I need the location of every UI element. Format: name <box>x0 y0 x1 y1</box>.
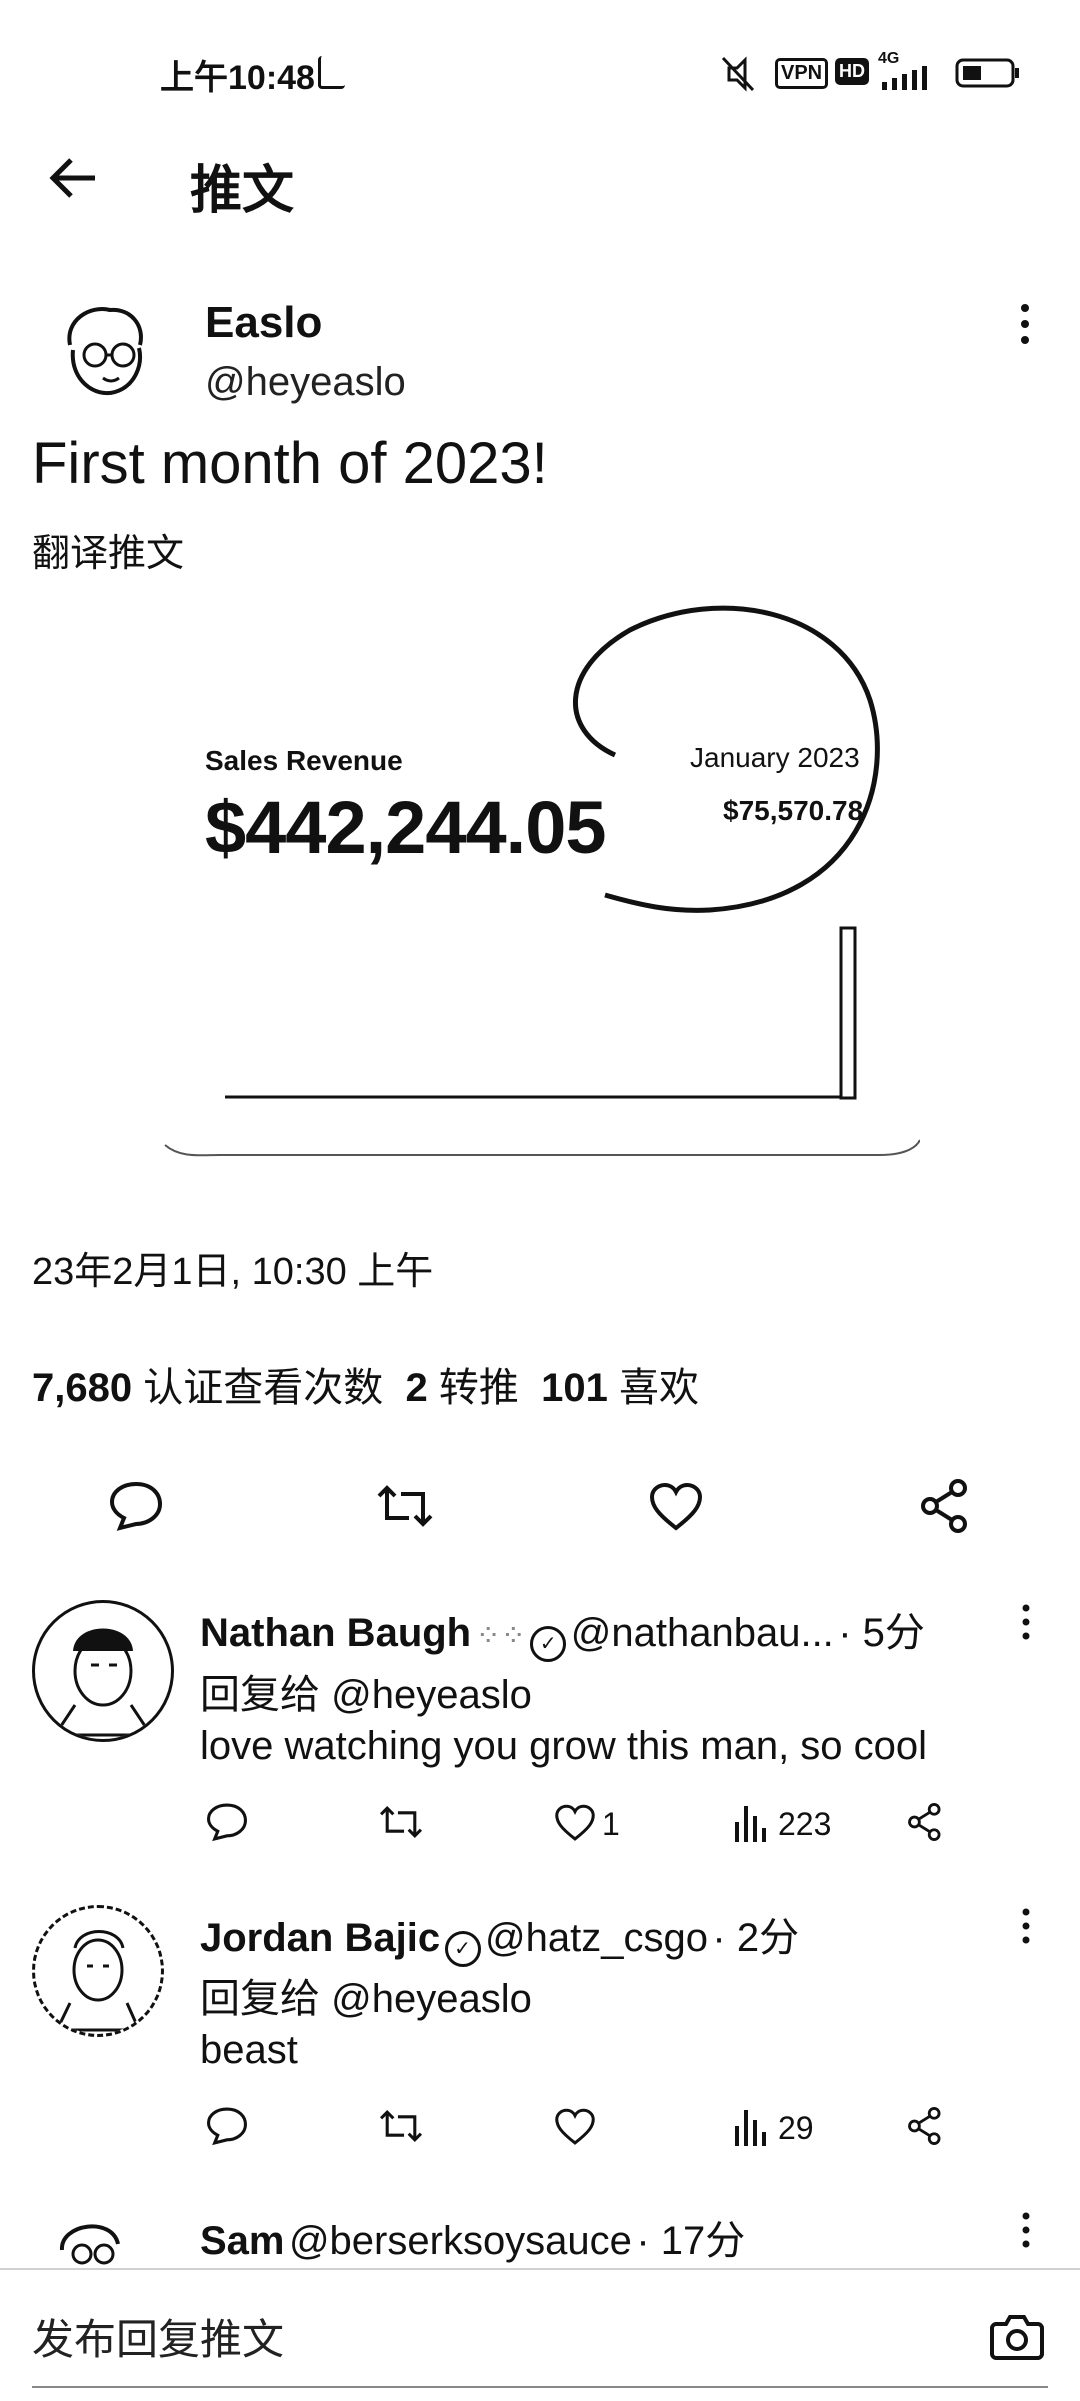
reply-time: · 2分 <box>712 1916 800 1960</box>
status-time: 上午10:48 <box>160 59 315 97</box>
retweets-count[interactable]: 2 <box>405 1366 427 1410</box>
share-icon[interactable] <box>918 1478 972 1534</box>
verified-badge-icon: ✓ <box>530 1626 567 1662</box>
likes-count[interactable]: 101 <box>541 1366 608 1410</box>
reply-retweet-icon[interactable] <box>378 1802 424 1842</box>
reply-more-icon[interactable] <box>1018 1906 1034 1946</box>
reply-avatar[interactable] <box>32 1905 164 2037</box>
tweet-media-card[interactable]: Sales Revenue $442,244.05 January 2023 $… <box>160 590 920 1160</box>
reply-header: Sam @berserksoysauce · 17分 <box>200 2208 1000 2266</box>
author-avatar[interactable] <box>55 300 155 400</box>
home-indicator-line <box>32 2386 1048 2388</box>
reply-time: · 5分 <box>838 1611 925 1655</box>
reply-author-name[interactable]: Jordan Bajic <box>200 1916 440 1960</box>
composer-input[interactable]: 发布回复推文 <box>32 2306 284 2367</box>
reply-to-label[interactable]: 回复给 @heyeaslo <box>200 1966 532 2024</box>
tweet-text: First month of 2023! <box>32 431 548 496</box>
reply-share-icon[interactable] <box>906 2106 944 2146</box>
reply-author-name[interactable]: Sam <box>200 2219 285 2263</box>
scribble-loop <box>164 605 920 1157</box>
like-icon[interactable] <box>648 1482 704 1532</box>
card-label: Sales Revenue <box>205 745 403 776</box>
reply-text: beast <box>200 2028 298 2072</box>
hd-badge: HD <box>835 58 869 85</box>
more-options-icon[interactable] <box>1015 300 1035 348</box>
page-title: 推文 <box>190 162 295 220</box>
author-name[interactable]: Easlo <box>205 298 322 348</box>
mute-icon <box>715 54 759 94</box>
reply-more-icon[interactable] <box>1018 1602 1034 1642</box>
reply-view-count: 29 <box>778 2110 814 2146</box>
card-total: $442,244.05 <box>205 786 607 869</box>
reply-retweet-icon[interactable] <box>378 2106 424 2146</box>
camera-icon[interactable] <box>990 2312 1044 2360</box>
reply-like-icon[interactable] <box>553 2108 597 2146</box>
reply-more-icon[interactable] <box>1018 2210 1034 2250</box>
views-chart-icon[interactable] <box>733 1804 767 1842</box>
avatar-illustration <box>67 307 143 396</box>
views-label[interactable]: 认证查看次数 <box>143 1366 383 1410</box>
retweets-label[interactable]: 转推 <box>439 1366 519 1410</box>
author-handle[interactable]: @heyeaslo <box>205 360 406 405</box>
reply-header: Jordan Bajic ✓ @hatz_csgo · 2分 <box>200 1905 1000 1967</box>
translate-link[interactable]: 翻译推文 <box>32 522 184 577</box>
tweet-timestamp: 23年2月1日, 10:30 上午 <box>32 1251 434 1293</box>
battery-icon <box>955 58 1021 88</box>
card-month-label: January 2023 <box>690 742 860 773</box>
reply-avatar[interactable] <box>32 1600 174 1742</box>
reply-like-count: 1 <box>602 1806 620 1842</box>
reply-share-icon[interactable] <box>906 1802 944 1842</box>
verified-badge-icon: ✓ <box>444 1931 481 1967</box>
reply-icon[interactable] <box>108 1480 164 1532</box>
avatar-illustration <box>54 1930 142 2032</box>
views-count[interactable]: 7,680 <box>32 1366 132 1410</box>
reply-author-name[interactable]: Nathan Baugh <box>200 1611 471 1655</box>
reply-composer[interactable]: 发布回复推文 <box>0 2270 1080 2401</box>
reply-author-handle[interactable]: @hatz_csgo <box>485 1916 708 1960</box>
vpn-badge: VPN <box>775 58 829 89</box>
retweet-icon[interactable] <box>375 1480 435 1532</box>
dots-icon: ⁘⁘ <box>475 1620 526 1653</box>
avatar-illustration <box>52 1628 154 1737</box>
reply-to-label[interactable]: 回复给 @heyeaslo <box>200 1662 532 1720</box>
back-arrow-icon[interactable] <box>45 150 101 206</box>
views-chart-icon[interactable] <box>733 2108 767 2146</box>
reply-comment-icon[interactable] <box>205 1802 249 1842</box>
reply-comment-icon[interactable] <box>205 2106 249 2146</box>
reply-like-icon[interactable] <box>553 1804 597 1842</box>
reply-author-handle[interactable]: @nathanbau... <box>571 1611 834 1655</box>
card-month-value: $75,570.78 <box>723 795 864 826</box>
reply-header: Nathan Baugh ⁘⁘ ✓ @nathanbau... · 5分 <box>200 1600 1000 1662</box>
tweet-stats: 7,680 认证查看次数 2 转推 101 喜欢 <box>32 1355 699 1413</box>
reply-author-handle[interactable]: @berserksoysauce <box>289 2219 632 2263</box>
signal-icon <box>878 66 938 90</box>
reply-text: love watching you grow this man, so cool <box>200 1724 928 1768</box>
reply-view-count: 223 <box>778 1806 832 1842</box>
notification-icon <box>318 56 345 89</box>
reply-time: · 17分 <box>636 2219 746 2263</box>
reply-avatar[interactable] <box>32 2210 142 2266</box>
likes-label[interactable]: 喜欢 <box>619 1366 699 1410</box>
avatar-illustration <box>59 2224 120 2265</box>
